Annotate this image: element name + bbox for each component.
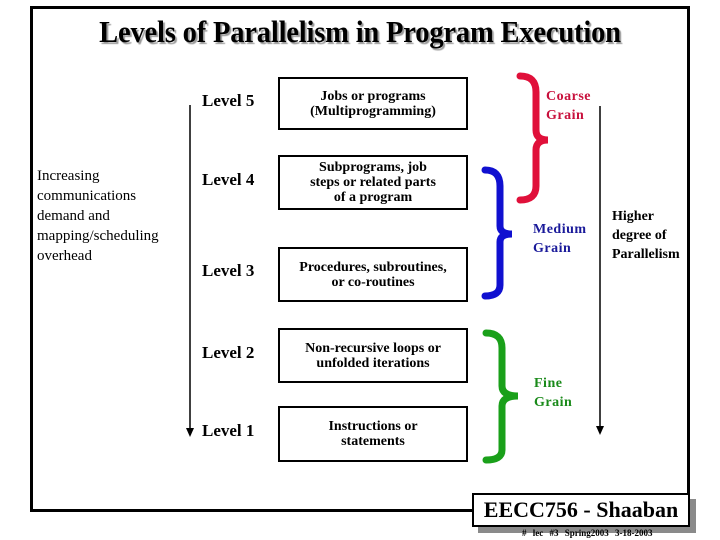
- overhead-note-line: mapping/scheduling: [37, 228, 159, 244]
- level-3-box: Procedures, subroutines, or co-routines: [278, 247, 468, 302]
- level-5-desc-line: Jobs or programs: [320, 88, 426, 104]
- overhead-note-line: demand and: [37, 208, 110, 224]
- level-4-label: Level 4: [202, 170, 255, 189]
- parallelism-arrow-head: [596, 426, 604, 435]
- coarse-grain-line: Grain: [546, 108, 585, 123]
- course-footer-badge: EECC756 - Shaaban: [472, 493, 690, 527]
- fine-grain-line: Fine: [534, 376, 563, 391]
- level-3-desc-line: or co-routines: [331, 274, 415, 290]
- parallelism-note-line: Higher: [612, 209, 654, 224]
- medium-grain-brace: [481, 166, 513, 300]
- coarse-grain-label: Coarse Grain: [546, 87, 591, 125]
- overhead-note-line: communications: [37, 188, 137, 204]
- level-4-desc-line: Subprograms, job: [319, 160, 427, 175]
- level-4-box: Subprograms, job steps or related parts …: [278, 155, 468, 210]
- level-2-desc-line: unfolded iterations: [316, 355, 430, 371]
- level-5-desc-line: (Multiprogramming): [310, 103, 436, 119]
- level-2-box: Non-recursive loops or unfolded iteratio…: [278, 328, 468, 383]
- level-5-label: Level 5: [202, 91, 255, 110]
- fine-grain-line: Grain: [534, 395, 573, 410]
- level-5-box: Jobs or programs (Multiprogramming): [278, 77, 468, 130]
- level-3-desc-line: Procedures, subroutines,: [299, 259, 447, 275]
- medium-grain-label: Medium Grain: [533, 220, 587, 258]
- level-4-desc-line: steps or related parts: [310, 175, 436, 190]
- parallelism-note-line: Parallelism: [612, 247, 680, 262]
- level-3-label: Level 3: [202, 261, 255, 280]
- overhead-note-line: overhead: [37, 248, 92, 264]
- coarse-grain-brace: [516, 72, 549, 204]
- lecture-meta: # lec #3 Spring2003 3-18-2003: [522, 528, 653, 538]
- parallelism-note: Higher degree of Parallelism: [612, 207, 680, 264]
- level-4-desc-line: of a program: [333, 190, 413, 205]
- level-1-box: Instructions or statements: [278, 406, 468, 462]
- level-2-label: Level 2: [202, 343, 255, 362]
- coarse-grain-line: Coarse: [546, 89, 591, 104]
- overhead-note-line: Increasing: [37, 168, 100, 184]
- level-1-desc-line: statements: [341, 434, 405, 449]
- level-2-desc-line: Non-recursive loops or: [305, 340, 441, 356]
- parallelism-note-line: degree of: [612, 228, 667, 243]
- overhead-arrow-head: [186, 428, 194, 437]
- medium-grain-line: Medium: [533, 222, 587, 237]
- level-1-desc-line: Instructions or: [328, 419, 418, 434]
- fine-grain-brace: [482, 329, 519, 464]
- fine-grain-label: Fine Grain: [534, 374, 572, 412]
- medium-grain-line: Grain: [533, 241, 572, 256]
- level-1-label: Level 1: [202, 421, 255, 440]
- overhead-note: Increasing communications demand and map…: [37, 166, 159, 266]
